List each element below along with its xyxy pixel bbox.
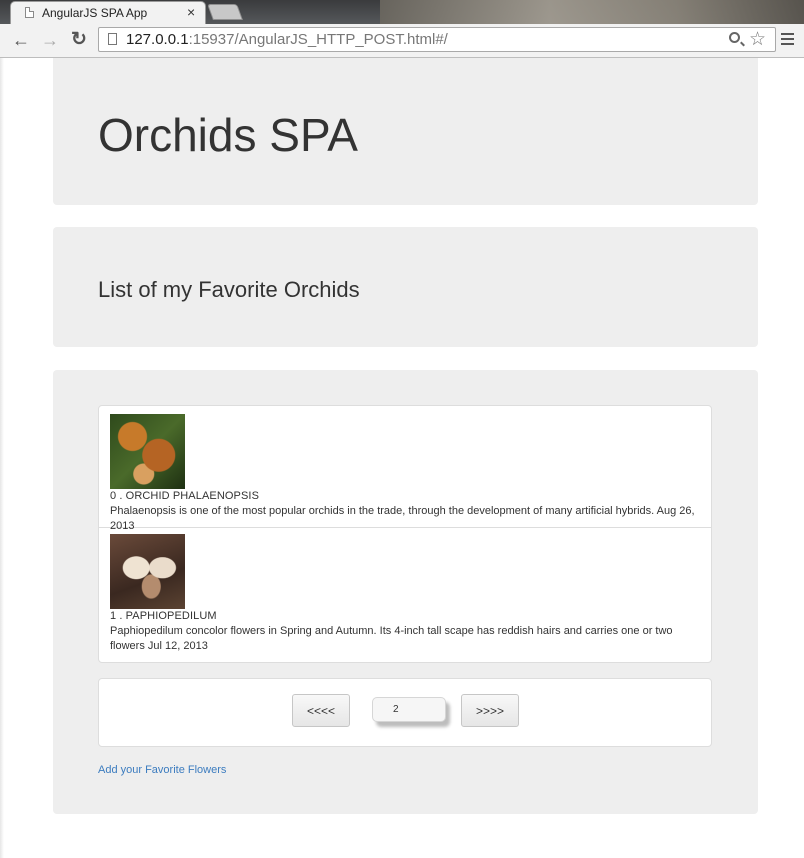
page-title: Orchids SPA — [98, 109, 358, 161]
list-item: 1 . PAPHIOPEDILUM Paphiopedilum concolor… — [99, 527, 711, 662]
back-arrow-icon[interactable]: ← — [12, 30, 30, 50]
add-flowers-link[interactable]: Add your Favorite Flowers — [98, 764, 226, 776]
page-info-icon[interactable] — [108, 33, 117, 45]
zoom-icon[interactable] — [729, 32, 740, 43]
tab-title: AngularJS SPA App — [42, 6, 148, 20]
subheader-jumbotron: List of my Favorite Orchids — [53, 227, 758, 347]
reload-icon[interactable]: ↻ — [71, 30, 87, 50]
orchid-description: Paphiopedilum concolor flowers in Spring… — [110, 625, 673, 652]
bookmark-star-icon[interactable]: ☆ — [749, 28, 766, 51]
list-heading: List of my Favorite Orchids — [98, 277, 360, 302]
url-path: :15937/AngularJS_HTTP_POST.html#/ — [188, 31, 448, 48]
browser-toolbar: ← → ↻ 127.0.0.1:15937/AngularJS_HTTP_POS… — [0, 24, 804, 58]
header-jumbotron: Orchids SPA — [53, 58, 758, 205]
page-content: Orchids SPA List of my Favorite Orchids … — [0, 58, 804, 858]
url-text[interactable]: 127.0.0.1:15937/AngularJS_HTTP_POST.html… — [126, 31, 448, 48]
list-item: 0 . ORCHID PHALAENOPSIS Phalaenopsis is … — [99, 406, 711, 532]
pager: <<<< 2 >>>> — [98, 678, 712, 747]
page-icon — [25, 7, 34, 18]
forward-arrow-icon[interactable]: → — [41, 30, 59, 50]
orchid-image — [110, 534, 185, 609]
menu-icon[interactable] — [781, 33, 794, 48]
titlebar-background — [380, 0, 804, 24]
tab-close-icon[interactable]: × — [187, 4, 195, 20]
orchid-list: 0 . ORCHID PHALAENOPSIS Phalaenopsis is … — [98, 405, 712, 663]
previous-page-button[interactable]: <<<< — [292, 694, 350, 727]
orchid-title: 1 . PAPHIOPEDILUM — [110, 610, 217, 622]
new-tab-button[interactable] — [207, 4, 243, 20]
next-page-button[interactable]: >>>> — [461, 694, 519, 727]
orchid-title: 0 . ORCHID PHALAENOPSIS — [110, 490, 260, 502]
url-host: 127.0.0.1 — [126, 31, 189, 48]
orchid-list-section: 0 . ORCHID PHALAENOPSIS Phalaenopsis is … — [53, 370, 758, 814]
address-bar[interactable]: 127.0.0.1:15937/AngularJS_HTTP_POST.html… — [98, 27, 776, 52]
browser-titlebar: AngularJS SPA App × — [0, 0, 804, 24]
orchid-image — [110, 414, 185, 489]
browser-tab[interactable]: AngularJS SPA App × — [10, 1, 206, 24]
page-number-input[interactable]: 2 — [372, 697, 446, 722]
